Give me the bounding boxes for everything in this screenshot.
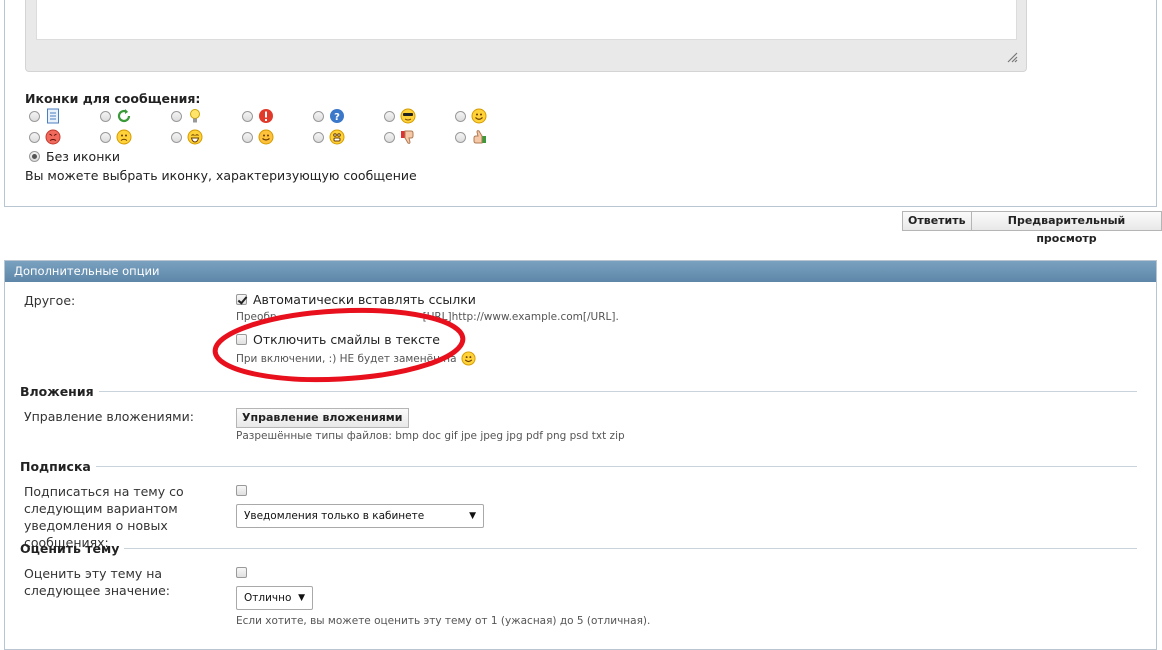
- disable-smilies-hint: При включении, :) НЕ будет заменён на: [236, 351, 476, 366]
- icon-radio[interactable]: [100, 131, 111, 143]
- svg-text:?: ?: [334, 112, 340, 123]
- icon-radio[interactable]: [313, 110, 324, 122]
- icon-option-thumbs-down[interactable]: [384, 129, 416, 145]
- icon-option-refresh[interactable]: [100, 108, 132, 124]
- exclamation-icon: [259, 109, 273, 123]
- auto-links-hint-prefix: Преобр: [236, 311, 277, 323]
- manage-attachments-button[interactable]: Управление вложениями: [236, 408, 409, 428]
- icons-title: Иконки для сообщения:: [25, 91, 201, 106]
- icon-radio[interactable]: [29, 110, 40, 122]
- laugh-smiley-icon: [187, 129, 203, 145]
- icon-option-question[interactable]: ?: [313, 108, 345, 124]
- dropdown-arrow-icon: ▼: [469, 511, 476, 521]
- preview-button[interactable]: Предварительный просмотр: [971, 211, 1162, 245]
- refresh-icon: [117, 109, 131, 123]
- icon-option-frown[interactable]: [100, 129, 132, 145]
- auto-links-option[interactable]: Автоматически вставлять ссылки: [236, 292, 476, 307]
- frown-smiley-icon: [116, 129, 132, 145]
- editor-frame: [25, 0, 1027, 72]
- no-icon-label: Без иконки: [46, 149, 121, 164]
- attachments-label: Управление вложениями:: [24, 409, 194, 424]
- question-icon: ?: [330, 109, 344, 123]
- rating-value: Отлично: [244, 592, 292, 604]
- message-panel: Иконки для сообщения: ? Без иконки Вы мо…: [4, 0, 1157, 207]
- icon-radio[interactable]: [29, 131, 40, 143]
- other-label: Другое:: [24, 293, 76, 308]
- message-textarea[interactable]: [36, 0, 1017, 40]
- auto-links-hint: Преобр [URL]http://www.example.com[/URL].: [236, 311, 619, 323]
- options-header: Дополнительные опции: [5, 261, 1156, 282]
- auto-links-hint-suffix: [URL]http://www.example.com[/URL].: [422, 311, 619, 323]
- icon-radio[interactable]: [384, 110, 395, 122]
- rating-hint: Если хотите, вы можете оценить эту тему …: [236, 615, 651, 627]
- icon-radio[interactable]: [455, 131, 466, 143]
- dropdown-arrow-icon: ▼: [298, 593, 305, 603]
- icon-radio[interactable]: [384, 131, 395, 143]
- reply-button[interactable]: Ответить: [902, 211, 972, 231]
- rating-title-text: Оценить тему: [20, 541, 120, 556]
- icon-option-exclamation[interactable]: [242, 108, 274, 124]
- icon-radio[interactable]: [100, 110, 111, 122]
- rating-section-title: Оценить тему: [20, 541, 1137, 556]
- icon-option-document[interactable]: [29, 108, 61, 124]
- icon-radio[interactable]: [171, 131, 182, 143]
- icon-option-smile[interactable]: [455, 108, 487, 124]
- disable-smilies-label: Отключить смайлы в тексте: [253, 332, 440, 347]
- smile-icon: [471, 108, 487, 124]
- subscription-title-text: Подписка: [20, 459, 91, 474]
- icon-option-laugh[interactable]: [171, 129, 203, 145]
- rating-label: Оценить эту тему на следующее значение:: [24, 566, 170, 598]
- icon-radio[interactable]: [242, 131, 253, 143]
- icon-option-grin[interactable]: [242, 129, 274, 145]
- surprised-smiley-icon: [329, 129, 345, 145]
- attachments-title-text: Вложения: [20, 384, 94, 399]
- smile-icon: [461, 351, 476, 366]
- notification-type-value: Уведомления только в кабинете: [244, 510, 425, 522]
- section-divider: [98, 391, 1137, 392]
- icon-radio[interactable]: [313, 131, 324, 143]
- rating-checkbox[interactable]: [236, 567, 247, 578]
- icon-option-lightbulb[interactable]: [171, 108, 203, 124]
- cool-smiley-icon: [400, 108, 416, 124]
- subscription-checkbox[interactable]: [236, 485, 247, 496]
- disable-smilies-option[interactable]: Отключить смайлы в тексте: [236, 332, 440, 347]
- icon-option-surprised[interactable]: [313, 129, 345, 145]
- icons-hint: Вы можете выбрать иконку, характеризующу…: [25, 168, 417, 183]
- thumbs-down-icon: [401, 130, 414, 144]
- icon-option-cool[interactable]: [384, 108, 416, 124]
- section-divider: [95, 466, 1137, 467]
- disable-smilies-hint-text: При включении, :) НЕ будет заменён на: [236, 352, 457, 365]
- icon-radio[interactable]: [242, 110, 253, 122]
- icon-radio[interactable]: [455, 110, 466, 122]
- subscription-section-title: Подписка: [20, 459, 1137, 474]
- attachments-types-hint: Разрешённые типы файлов: bmp doc gif jpe…: [236, 430, 625, 442]
- rating-select[interactable]: Отлично ▼: [236, 586, 313, 610]
- section-divider: [124, 548, 1137, 549]
- angry-smiley-icon: [45, 129, 61, 145]
- resize-grip-icon[interactable]: [1006, 51, 1018, 63]
- lightbulb-icon: [190, 109, 200, 123]
- notification-type-select[interactable]: Уведомления только в кабинете ▼: [236, 504, 484, 528]
- no-icon-option[interactable]: Без иконки: [29, 149, 120, 164]
- no-icon-radio[interactable]: [29, 151, 40, 162]
- thumbs-up-icon: [473, 130, 486, 144]
- auto-links-label: Автоматически вставлять ссылки: [253, 292, 476, 307]
- icon-option-thumbs-up[interactable]: [455, 129, 487, 145]
- icon-option-angry[interactable]: [29, 129, 61, 145]
- attachments-section-title: Вложения: [20, 384, 1137, 399]
- auto-links-checkbox[interactable]: [236, 294, 247, 305]
- document-icon: [47, 108, 59, 124]
- icon-radio[interactable]: [171, 110, 182, 122]
- disable-smilies-checkbox[interactable]: [236, 334, 247, 345]
- grin-smiley-icon: [258, 129, 274, 145]
